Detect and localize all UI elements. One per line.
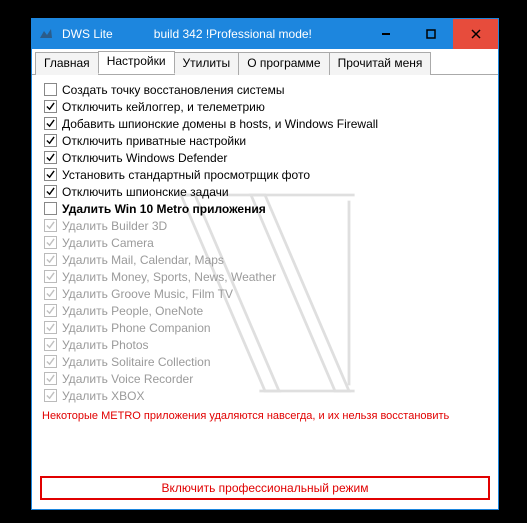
enable-professional-mode-button[interactable]: Включить профессиональный режим: [40, 476, 490, 500]
warning-text: Некоторые METRO приложения удаляются нав…: [40, 410, 490, 422]
option-label-2: Добавить шпионские домены в hosts, и Win…: [62, 117, 378, 131]
option-label-16: Удалить Solitaire Collection: [62, 355, 211, 369]
checkbox-0[interactable]: [44, 83, 57, 96]
option-row-8: Удалить Builder 3D: [40, 217, 490, 234]
checkbox-13: [44, 304, 57, 317]
checkbox-2[interactable]: [44, 117, 57, 130]
option-label-14: Удалить Phone Companion: [62, 321, 211, 335]
checkbox-17: [44, 372, 57, 385]
maximize-button[interactable]: [408, 19, 453, 49]
window-title: DWS Lite: [60, 27, 113, 41]
options-list: Создать точку восстановления системы Откл…: [40, 81, 490, 404]
checkbox-5[interactable]: [44, 168, 57, 181]
checkbox-12: [44, 287, 57, 300]
checkbox-1[interactable]: [44, 100, 57, 113]
option-label-13: Удалить People, OneNote: [62, 304, 203, 318]
checkbox-14: [44, 321, 57, 334]
option-label-18: Удалить XBOX: [62, 389, 145, 403]
checkbox-15: [44, 338, 57, 351]
option-row-10: Удалить Mail, Calendar, Maps: [40, 251, 490, 268]
checkbox-18: [44, 389, 57, 402]
checkbox-7[interactable]: [44, 202, 57, 215]
checkbox-3[interactable]: [44, 134, 57, 147]
option-row-4: Отключить Windows Defender: [40, 149, 490, 166]
checkbox-9: [44, 236, 57, 249]
tab-4[interactable]: Прочитай меня: [329, 52, 432, 75]
checkbox-6[interactable]: [44, 185, 57, 198]
tab-1[interactable]: Настройки: [98, 51, 175, 74]
option-row-12: Удалить Groove Music, Film TV: [40, 285, 490, 302]
option-label-7: Удалить Win 10 Metro приложения: [62, 202, 266, 216]
tab-bar: ГлавнаяНастройкиУтилитыО программеПрочит…: [32, 49, 498, 75]
option-label-12: Удалить Groove Music, Film TV: [62, 287, 233, 301]
checkbox-4[interactable]: [44, 151, 57, 164]
option-label-9: Удалить Camera: [62, 236, 154, 250]
option-row-3: Отключить приватные настройки: [40, 132, 490, 149]
checkbox-8: [44, 219, 57, 232]
option-row-9: Удалить Camera: [40, 234, 490, 251]
pro-button-label: Включить профессиональный режим: [162, 481, 369, 495]
window-subtitle: build 342 !Professional mode!: [113, 27, 363, 41]
tab-0[interactable]: Главная: [35, 52, 99, 75]
tab-content-settings: Создать точку восстановления системы Откл…: [32, 75, 498, 510]
option-row-0: Создать точку восстановления системы: [40, 81, 490, 98]
option-label-6: Отключить шпионские задачи: [62, 185, 229, 199]
option-label-0: Создать точку восстановления системы: [62, 83, 284, 97]
option-label-17: Удалить Voice Recorder: [62, 372, 193, 386]
option-label-15: Удалить Photos: [62, 338, 149, 352]
option-row-14: Удалить Phone Companion: [40, 319, 490, 336]
app-icon: [32, 26, 60, 42]
option-row-6: Отключить шпионские задачи: [40, 183, 490, 200]
option-row-7: Удалить Win 10 Metro приложения: [40, 200, 490, 217]
option-label-10: Удалить Mail, Calendar, Maps: [62, 253, 224, 267]
tab-3[interactable]: О программе: [238, 52, 329, 75]
option-label-5: Установить стандартный просмотрщик фото: [62, 168, 310, 182]
minimize-button[interactable]: [363, 19, 408, 49]
checkbox-10: [44, 253, 57, 266]
option-label-4: Отключить Windows Defender: [62, 151, 227, 165]
option-label-8: Удалить Builder 3D: [62, 219, 167, 233]
option-row-17: Удалить Voice Recorder: [40, 370, 490, 387]
checkbox-16: [44, 355, 57, 368]
option-row-15: Удалить Photos: [40, 336, 490, 353]
option-row-16: Удалить Solitaire Collection: [40, 353, 490, 370]
option-row-1: Отключить кейлоггер, и телеметрию: [40, 98, 490, 115]
checkbox-11: [44, 270, 57, 283]
titlebar: DWS Lite build 342 !Professional mode!: [32, 19, 498, 49]
option-label-3: Отключить приватные настройки: [62, 134, 246, 148]
tab-2[interactable]: Утилиты: [174, 52, 240, 75]
option-row-5: Установить стандартный просмотрщик фото: [40, 166, 490, 183]
option-row-11: Удалить Money, Sports, News, Weather: [40, 268, 490, 285]
close-button[interactable]: [453, 19, 498, 49]
option-label-1: Отключить кейлоггер, и телеметрию: [62, 100, 265, 114]
option-row-18: Удалить XBOX: [40, 387, 490, 404]
option-row-13: Удалить People, OneNote: [40, 302, 490, 319]
option-label-11: Удалить Money, Sports, News, Weather: [62, 270, 276, 284]
option-row-2: Добавить шпионские домены в hosts, и Win…: [40, 115, 490, 132]
app-window: DWS Lite build 342 !Professional mode! Г…: [31, 18, 499, 510]
